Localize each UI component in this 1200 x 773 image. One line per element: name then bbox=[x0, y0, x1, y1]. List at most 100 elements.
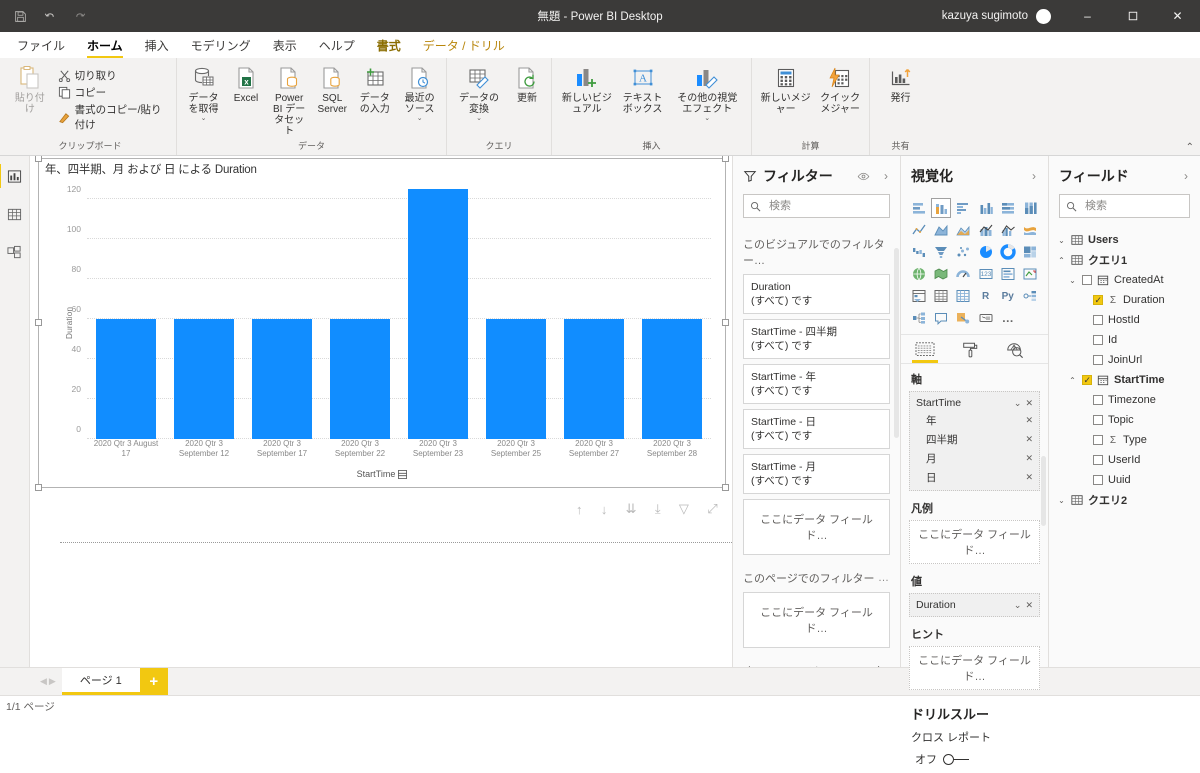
filled-map-icon[interactable] bbox=[931, 264, 951, 284]
refresh-button[interactable]: 更新 bbox=[507, 63, 547, 106]
table-icon[interactable] bbox=[931, 286, 951, 306]
well-drop-zone[interactable]: ここにデータ フィールド… bbox=[909, 646, 1040, 690]
filter-drop-zone[interactable]: ここにデータ フィールド… bbox=[743, 499, 890, 555]
format-painter-button[interactable]: 書式のコピー/貼り付け bbox=[54, 101, 172, 133]
minimize-button[interactable]: – bbox=[1065, 0, 1110, 32]
smart-narrative-icon[interactable] bbox=[953, 308, 973, 328]
bar[interactable] bbox=[174, 319, 235, 439]
field-checkbox[interactable] bbox=[1093, 315, 1103, 325]
qna-icon[interactable] bbox=[931, 308, 951, 328]
fields-tree-item[interactable]: Uuid bbox=[1057, 470, 1192, 490]
cut-button[interactable]: 切り取り bbox=[54, 67, 172, 84]
filters-search-box[interactable] bbox=[743, 194, 890, 218]
collapse-visualizations-icon[interactable]: › bbox=[1028, 169, 1040, 183]
pie-chart-icon[interactable] bbox=[975, 242, 995, 262]
chevron-down-icon[interactable]: ⌄ bbox=[476, 115, 482, 123]
resize-handle-e[interactable] bbox=[722, 319, 729, 326]
filter-drop-zone[interactable]: ここにデータ フィールド… bbox=[743, 592, 890, 648]
well-field-item[interactable]: Duration⌄✕ bbox=[910, 597, 1039, 613]
ribbon-tab-modeling[interactable]: モデリング bbox=[180, 35, 262, 58]
bar-chart-visual[interactable]: 年、四半期、月 および 日 による Duration Duration 0204… bbox=[38, 158, 726, 488]
remove-field-icon[interactable]: ✕ bbox=[1025, 415, 1033, 426]
chevron-down-icon[interactable]: ⌄ bbox=[201, 115, 207, 123]
bar[interactable] bbox=[642, 319, 703, 439]
donut-chart-icon[interactable] bbox=[998, 242, 1018, 262]
fields-tree-item[interactable]: ⌄クエリ2 bbox=[1057, 490, 1192, 510]
bar-column[interactable] bbox=[243, 179, 321, 439]
undo-icon[interactable] bbox=[40, 6, 60, 26]
powerbi-dataset-button[interactable]: Power BI データセット bbox=[266, 63, 312, 139]
cross-report-toggle-row[interactable]: オフ bbox=[901, 749, 1048, 773]
key-influencers-icon[interactable] bbox=[1020, 286, 1040, 306]
field-checkbox[interactable] bbox=[1093, 395, 1103, 405]
get-data-button[interactable]: データを取得 ⌄ bbox=[181, 63, 226, 125]
recent-sources-button[interactable]: 最近のソース ⌄ bbox=[397, 63, 442, 125]
fields-tree-item[interactable]: ΣDuration bbox=[1057, 290, 1192, 310]
clustered-column-chart-icon[interactable] bbox=[975, 198, 995, 218]
paste-button[interactable]: 貼り付け bbox=[8, 63, 52, 117]
100-stacked-column-chart-icon[interactable] bbox=[1020, 198, 1040, 218]
account-name[interactable]: kazuya sugimoto bbox=[942, 10, 1036, 22]
bar[interactable] bbox=[96, 319, 157, 439]
fields-tree-item[interactable]: JoinUrl bbox=[1057, 350, 1192, 370]
bar-column[interactable] bbox=[399, 179, 477, 439]
fields-tree-item[interactable]: ⌄CreatedAt bbox=[1057, 270, 1192, 290]
save-icon[interactable] bbox=[10, 6, 30, 26]
page-prev-button[interactable]: ◀ bbox=[40, 676, 47, 687]
line-stacked-column-chart-icon[interactable] bbox=[975, 220, 995, 240]
filter-icon[interactable]: ▽ bbox=[679, 501, 689, 517]
stacked-column-chart-icon[interactable] bbox=[931, 198, 951, 218]
hierarchy-expand-icon[interactable] bbox=[398, 470, 407, 479]
ribbon-tab-help[interactable]: ヘルプ bbox=[308, 35, 366, 58]
fields-tree-item[interactable]: ΣType bbox=[1057, 430, 1192, 450]
tab-analytics[interactable] bbox=[1005, 341, 1024, 363]
ribbon-tab-format[interactable]: 書式 bbox=[366, 35, 412, 58]
ribbon-tab-view[interactable]: 表示 bbox=[262, 35, 308, 58]
well-field-item[interactable]: 四半期✕ bbox=[910, 430, 1039, 449]
well-field-item[interactable]: 日✕ bbox=[910, 468, 1039, 487]
chevron-down-icon[interactable]: ⌄ bbox=[1014, 398, 1022, 409]
tab-fields[interactable] bbox=[915, 341, 935, 363]
sidebar-item-model-view[interactable] bbox=[2, 240, 28, 264]
bar-column[interactable] bbox=[87, 179, 165, 439]
r-script-visual-icon[interactable]: R bbox=[975, 286, 995, 306]
bar-column[interactable] bbox=[555, 179, 633, 439]
map-icon[interactable] bbox=[909, 264, 929, 284]
well-field-item[interactable]: 年✕ bbox=[910, 411, 1039, 430]
quick-measure-button[interactable]: クイック メジャー bbox=[815, 63, 865, 117]
publish-button[interactable]: 発行 bbox=[881, 63, 921, 106]
bar[interactable] bbox=[330, 319, 391, 439]
text-box-button[interactable]: A テキスト ボックス bbox=[618, 63, 668, 117]
fields-tree-item[interactable]: Timezone bbox=[1057, 390, 1192, 410]
ribbon-tab-home[interactable]: ホーム bbox=[76, 35, 134, 58]
ribbon-chart-icon[interactable] bbox=[1020, 220, 1040, 240]
bar-column[interactable] bbox=[165, 179, 243, 439]
funnel-chart-icon[interactable] bbox=[931, 242, 951, 262]
field-checkbox[interactable] bbox=[1093, 415, 1103, 425]
chevron-up-icon[interactable]: ⌃ bbox=[1068, 376, 1077, 385]
resize-handle-ne[interactable] bbox=[722, 156, 729, 162]
expand-all-down-icon[interactable]: ⇊ bbox=[626, 501, 637, 517]
well-field-item[interactable]: StartTime⌄✕ bbox=[910, 395, 1039, 411]
resize-handle-w[interactable] bbox=[35, 319, 42, 326]
field-checkbox[interactable] bbox=[1093, 475, 1103, 485]
resize-handle-nw[interactable] bbox=[35, 156, 42, 162]
field-checkbox[interactable] bbox=[1093, 435, 1103, 445]
chevron-up-icon[interactable]: ⌃ bbox=[1057, 256, 1066, 265]
field-checkbox[interactable] bbox=[1082, 275, 1092, 285]
more-visuals-ellipsis-icon[interactable]: … bbox=[998, 308, 1018, 328]
resize-handle-se[interactable] bbox=[722, 484, 729, 491]
waterfall-chart-icon[interactable] bbox=[909, 242, 929, 262]
well-drop-zone[interactable]: ここにデータ フィールド… bbox=[909, 520, 1040, 564]
gauge-icon[interactable] bbox=[953, 264, 973, 284]
chevron-down-icon[interactable]: ⌄ bbox=[1014, 600, 1022, 611]
new-measure-button[interactable]: 新しいメジャー bbox=[756, 63, 815, 117]
close-button[interactable]: ✕ bbox=[1155, 0, 1200, 32]
fields-search-box[interactable] bbox=[1059, 194, 1190, 218]
collapse-fields-icon[interactable]: › bbox=[1180, 169, 1192, 183]
filters-search-input[interactable] bbox=[767, 199, 883, 213]
ribbon-tab-file[interactable]: ファイル bbox=[6, 35, 76, 58]
filter-card[interactable]: StartTime - 日(すべて) です bbox=[743, 409, 890, 449]
bar[interactable] bbox=[408, 189, 469, 439]
sidebar-item-report-view[interactable] bbox=[2, 164, 28, 188]
